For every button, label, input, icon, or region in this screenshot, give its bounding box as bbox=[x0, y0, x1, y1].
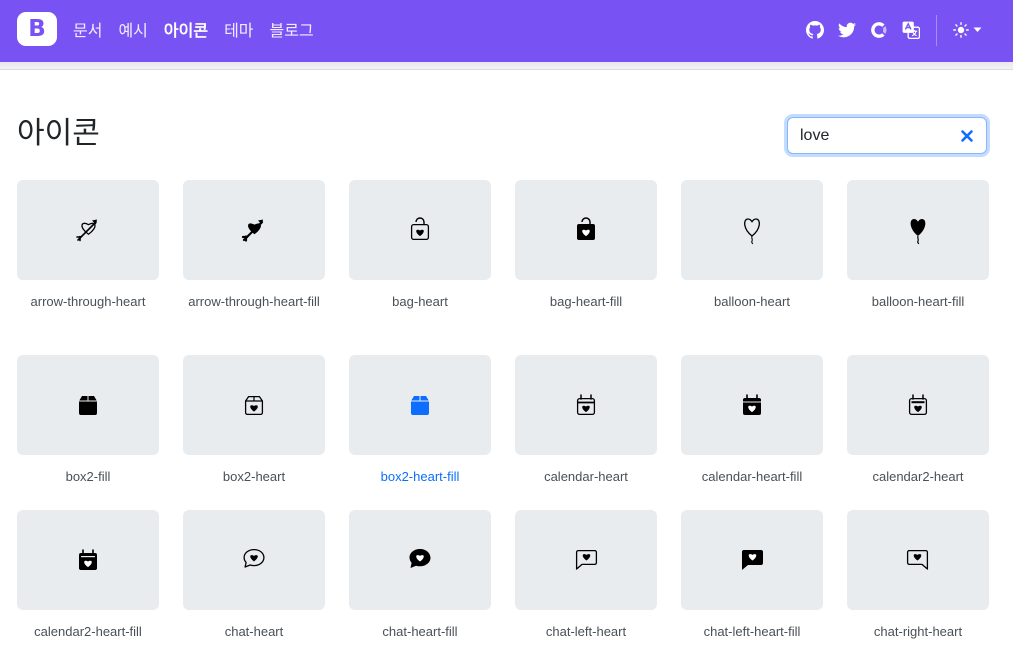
icon-tile[interactable] bbox=[515, 355, 657, 455]
icon-label[interactable]: bag-heart bbox=[349, 292, 491, 311]
nav-link-docs[interactable]: 문서 bbox=[73, 20, 102, 42]
page-title: 아이콘 bbox=[17, 116, 100, 151]
arrow-through-heart-icon bbox=[76, 219, 97, 242]
arrow-through-heart-fill-icon bbox=[241, 219, 264, 242]
box2-heart-icon bbox=[244, 395, 264, 416]
icon-label[interactable]: chat-left-heart bbox=[515, 622, 657, 641]
icon-tile[interactable] bbox=[349, 355, 491, 455]
chat-left-heart-icon bbox=[575, 549, 598, 570]
bootstrap-logo[interactable]: B bbox=[17, 12, 57, 46]
icon-label[interactable]: chat-right-heart bbox=[847, 622, 989, 641]
opencollective-icon[interactable] bbox=[870, 21, 888, 39]
chevron-down-icon bbox=[973, 27, 982, 32]
sun-icon bbox=[953, 22, 969, 38]
icon-tile[interactable] bbox=[681, 355, 823, 455]
calendar-heart-fill-icon bbox=[743, 394, 761, 415]
icon-label[interactable]: box2-heart-fill bbox=[349, 467, 491, 486]
calendar2-heart-fill-icon bbox=[79, 549, 97, 570]
calendar-heart-icon bbox=[576, 394, 596, 416]
icon-label[interactable]: chat-heart bbox=[183, 622, 325, 641]
icon-tile[interactable] bbox=[183, 355, 325, 455]
nav-social-icons bbox=[806, 21, 920, 39]
box2-fill-icon bbox=[79, 396, 97, 415]
icon-label[interactable]: box2-heart bbox=[183, 467, 325, 486]
github-icon[interactable] bbox=[806, 21, 824, 39]
navbar: B 문서 예시 아이콘 테마 블로그 bbox=[0, 0, 1013, 62]
icon-tile[interactable] bbox=[17, 180, 159, 280]
chat-right-heart-icon bbox=[906, 549, 929, 570]
balloon-heart-icon bbox=[744, 218, 760, 245]
icon-label[interactable]: arrow-through-heart bbox=[17, 292, 159, 311]
bag-heart-icon bbox=[410, 217, 430, 241]
twitter-icon[interactable] bbox=[838, 21, 856, 39]
icon-tile[interactable] bbox=[847, 180, 989, 280]
icon-label[interactable]: bag-heart-fill bbox=[515, 292, 657, 311]
icon-tile[interactable] bbox=[847, 355, 989, 455]
icon-tile[interactable] bbox=[17, 355, 159, 455]
search-input[interactable] bbox=[800, 125, 950, 147]
nav-links: 문서 예시 아이콘 테마 블로그 bbox=[73, 20, 314, 42]
icon-tile[interactable] bbox=[847, 510, 989, 610]
icon-label[interactable]: balloon-heart-fill bbox=[847, 292, 989, 311]
chat-heart-icon bbox=[243, 548, 265, 568]
balloon-heart-fill-icon bbox=[910, 219, 926, 245]
icon-label[interactable]: box2-fill bbox=[17, 467, 159, 486]
nav-link-themes[interactable]: 테마 bbox=[224, 20, 253, 42]
box2-heart-fill-icon bbox=[411, 396, 429, 415]
nav-link-icons[interactable]: 아이콘 bbox=[164, 20, 208, 42]
icon-tile[interactable] bbox=[515, 510, 657, 610]
icon-tile[interactable] bbox=[183, 180, 325, 280]
icon-label[interactable]: calendar2-heart bbox=[847, 467, 989, 486]
icon-tile[interactable] bbox=[681, 180, 823, 280]
icon-tile[interactable] bbox=[681, 510, 823, 610]
nav-link-blog[interactable]: 블로그 bbox=[270, 20, 314, 42]
navbar-shadow bbox=[0, 62, 1013, 70]
icon-tile[interactable] bbox=[515, 180, 657, 280]
search-box bbox=[787, 117, 987, 154]
icon-label[interactable]: chat-heart-fill bbox=[349, 622, 491, 641]
translate-icon[interactable] bbox=[902, 21, 920, 39]
icon-label[interactable]: calendar-heart-fill bbox=[681, 467, 823, 486]
icon-tile[interactable] bbox=[17, 510, 159, 610]
theme-toggle-button[interactable] bbox=[953, 22, 982, 38]
icon-tile[interactable] bbox=[183, 510, 325, 610]
nav-link-examples[interactable]: 예시 bbox=[118, 20, 147, 42]
calendar2-heart-icon bbox=[908, 394, 928, 416]
chat-heart-fill-icon bbox=[409, 549, 431, 568]
icon-label[interactable]: balloon-heart bbox=[681, 292, 823, 311]
icon-label[interactable]: calendar-heart bbox=[515, 467, 657, 486]
nav-divider bbox=[936, 15, 937, 46]
bag-heart-fill-icon bbox=[577, 217, 595, 240]
chat-left-heart-fill-icon bbox=[742, 550, 763, 570]
icon-tile[interactable] bbox=[349, 180, 491, 280]
brand-letter: B bbox=[28, 16, 46, 42]
icon-label[interactable]: calendar2-heart-fill bbox=[17, 622, 159, 641]
icon-label[interactable]: chat-left-heart-fill bbox=[681, 622, 823, 641]
icon-label[interactable]: arrow-through-heart-fill bbox=[183, 292, 325, 311]
clear-search-icon[interactable] bbox=[960, 129, 974, 143]
icon-tile[interactable] bbox=[349, 510, 491, 610]
